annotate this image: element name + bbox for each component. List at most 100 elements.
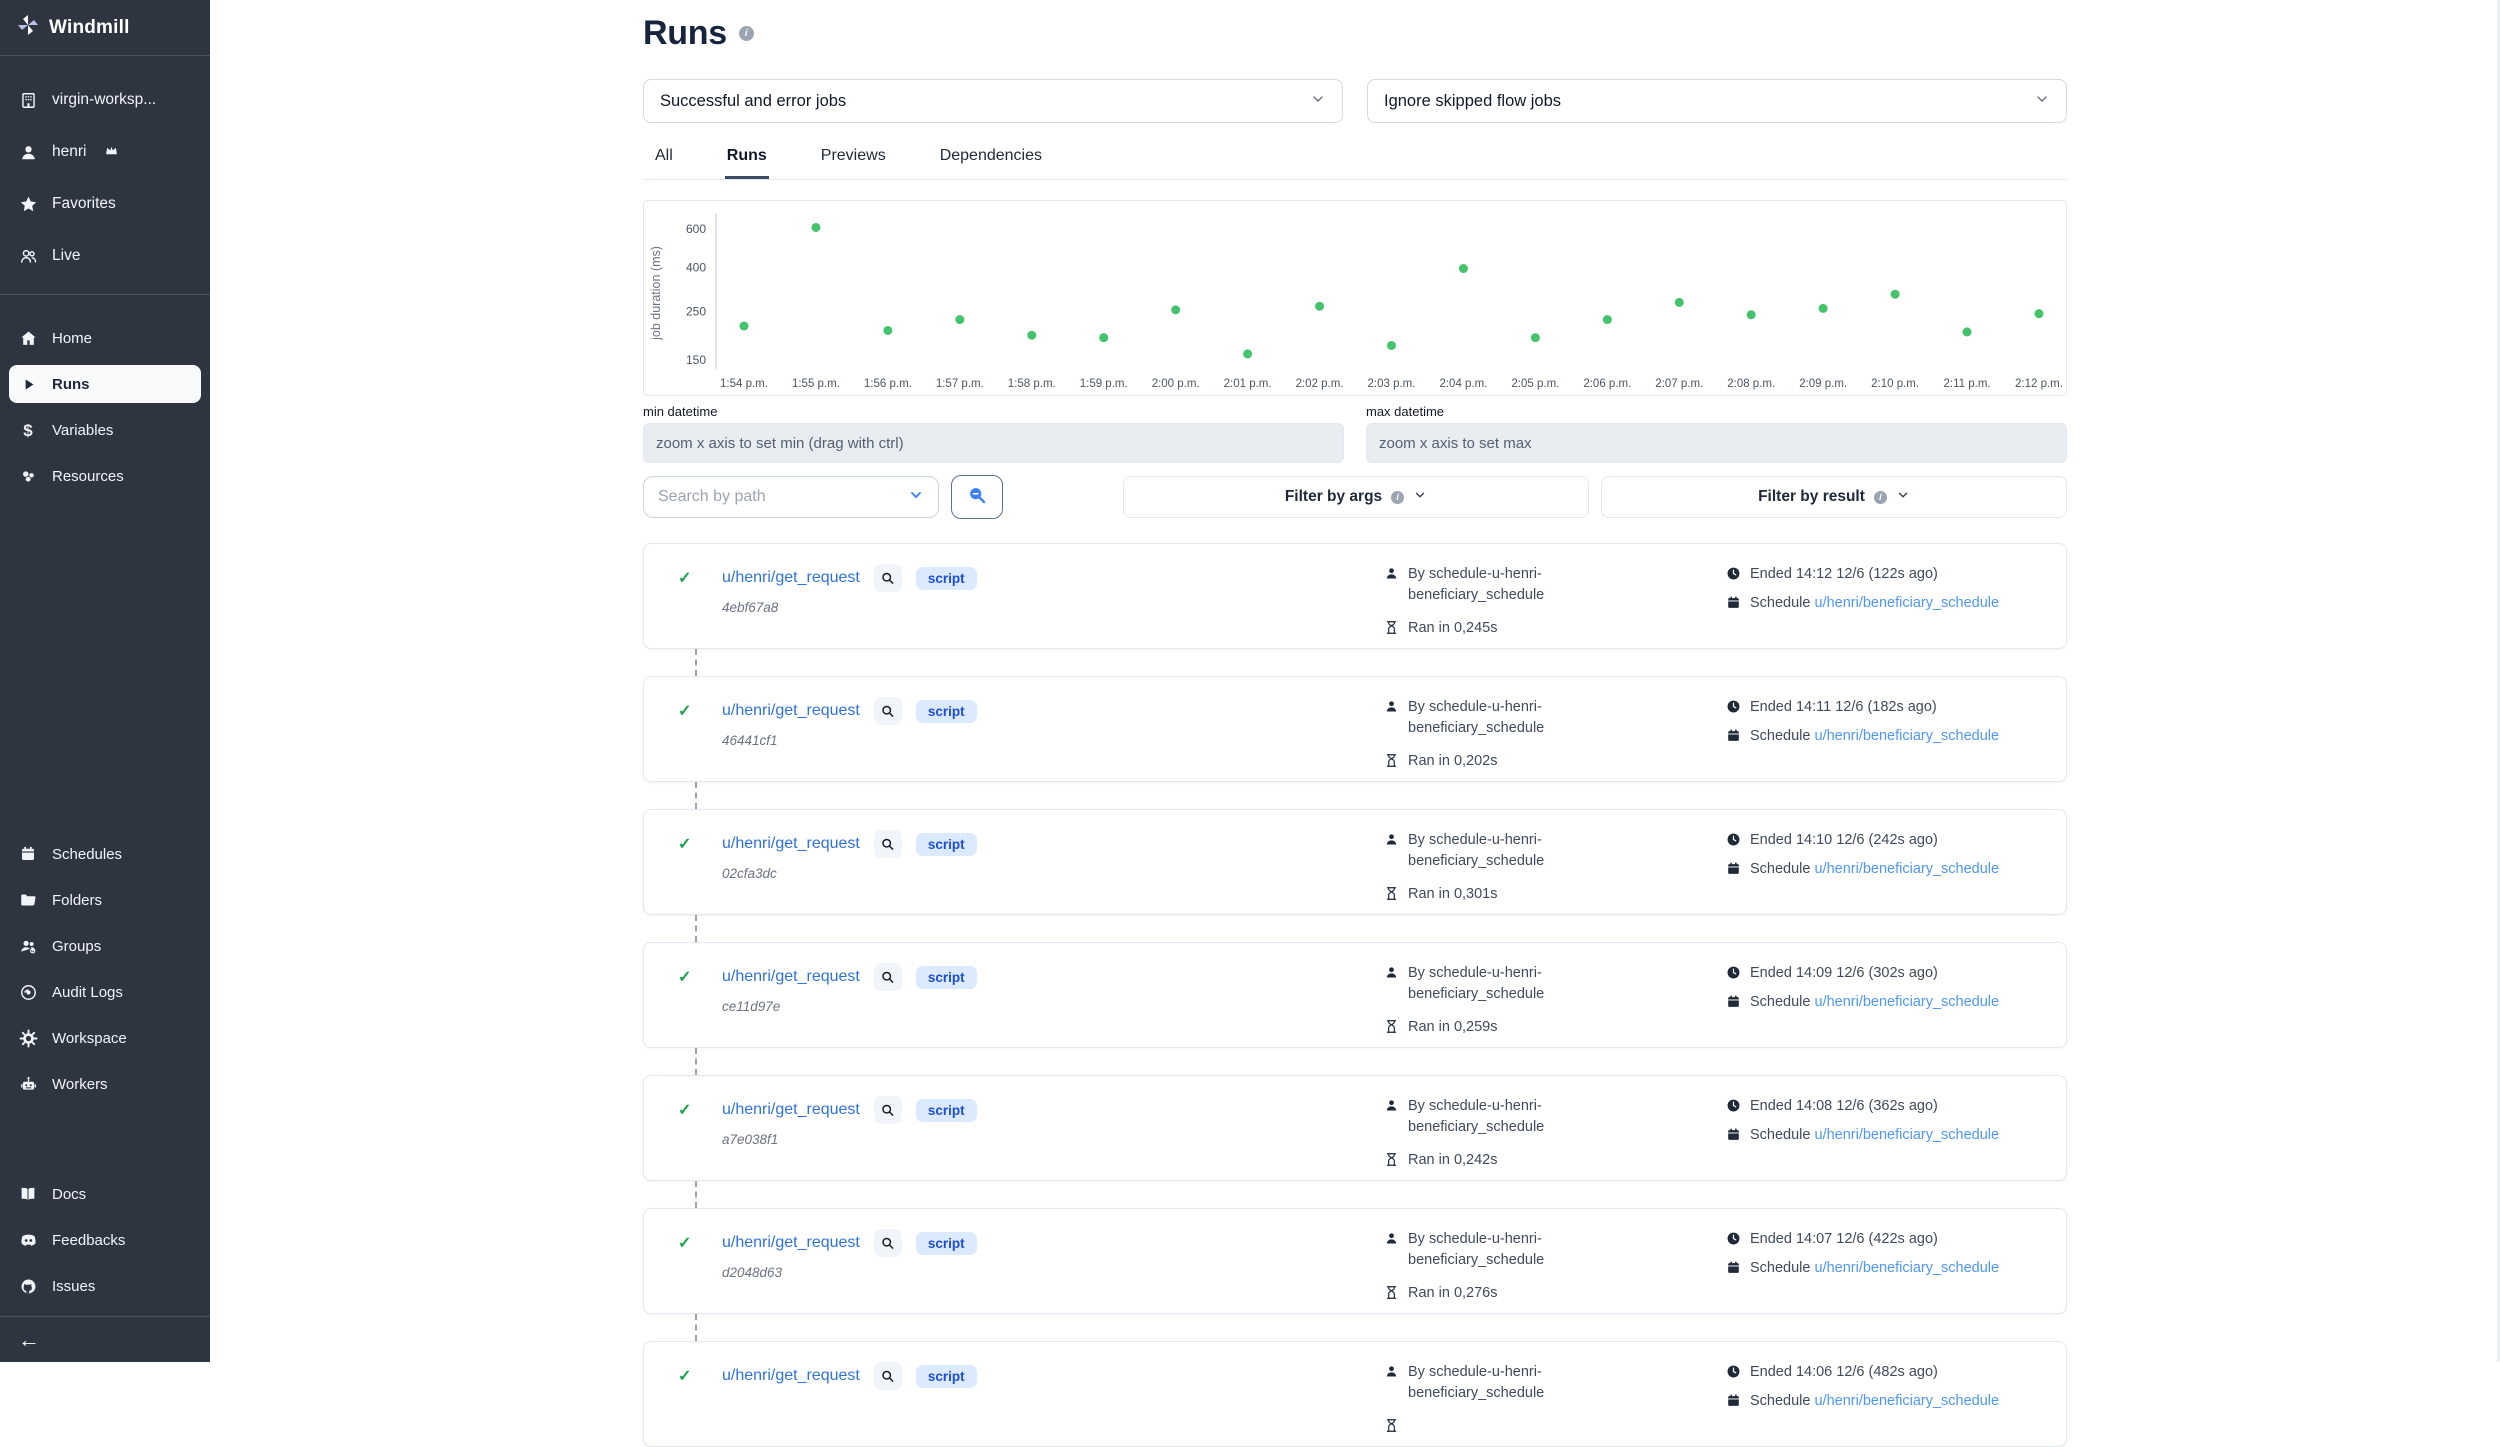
sidebar-item-home[interactable]: Home [9,319,201,357]
inspect-run-button[interactable] [874,564,902,592]
sidebar-item-variables[interactable]: $ Variables [9,411,201,449]
run-row[interactable]: ✓ u/henri/get_request script d2048d63 [643,1208,2067,1314]
triggered-by-text: By schedule-u-henri-beneficiary_schedule [1408,1362,1584,1404]
inspect-run-button[interactable] [874,697,902,725]
filter-by-args-button[interactable]: Filter by args i [1123,476,1589,518]
run-id: a7e038f1 [722,1132,1384,1147]
calendar-icon [18,844,38,864]
min-datetime-input[interactable] [643,423,1344,463]
job-duration-chart[interactable]: job duration (ms)1502504006001:54 p.m.1:… [643,200,2067,396]
sidebar-item-schedules[interactable]: Schedules [9,835,201,873]
skipped-flow-filter-dropdown[interactable]: Ignore skipped flow jobs [1367,79,2067,123]
sidebar-item-favorites[interactable]: Favorites [9,186,201,222]
sidebar-item-issues[interactable]: Issues [9,1267,201,1305]
svg-text:job duration (ms): job duration (ms) [649,246,663,341]
search-button[interactable] [951,475,1003,519]
inspect-run-button[interactable] [874,830,902,858]
x-tick-label: 1:57 p.m. [936,378,984,390]
info-icon: i [1391,491,1404,504]
schedule-path-link[interactable]: u/henri/beneficiary_schedule [1815,861,2000,877]
eye-icon [18,982,38,1002]
sidebar-item-workspace-settings[interactable]: Workspace [9,1019,201,1057]
run-path-link[interactable]: u/henri/get_request [722,1101,860,1119]
job-duration-dot [1891,290,1900,299]
inspect-run-button[interactable] [874,1362,902,1390]
job-kind-badge: script [916,833,977,856]
home-label: Home [52,330,92,347]
hourglass-icon [1384,620,1400,636]
max-datetime-input[interactable] [1366,423,2067,463]
inspect-run-button[interactable] [874,963,902,991]
sidebar-item-workspace-switcher[interactable]: virgin-worksp... [9,82,201,118]
sidebar-item-feedbacks[interactable]: Feedbacks [9,1221,201,1259]
run-path-link[interactable]: u/henri/get_request [722,1234,860,1252]
run-ended-text: Ended 14:07 12/6 (422s ago) [1750,1229,1938,1250]
schedule-label: Schedule [1750,728,1815,744]
tab-previews[interactable]: Previews [819,141,888,179]
success-check-icon: ✓ [678,568,694,588]
person-icon [1384,832,1400,848]
runs-label: Runs [52,376,90,393]
run-id: 46441cf1 [722,733,1384,748]
tab-dependencies[interactable]: Dependencies [938,141,1044,179]
run-path-link[interactable]: u/henri/get_request [722,968,860,986]
tab-runs[interactable]: Runs [725,141,769,179]
sidebar-item-workers[interactable]: Workers [9,1065,201,1103]
job-status-filter-dropdown[interactable]: Successful and error jobs [643,79,1343,123]
calendar-icon [1726,728,1742,744]
tab-all[interactable]: All [653,141,675,179]
run-row[interactable]: ✓ u/henri/get_request script 46441cf1 [643,676,2067,782]
run-row[interactable]: ✓ u/henri/get_request script [643,1341,2067,1447]
run-row[interactable]: ✓ u/henri/get_request script 02cfa3dc [643,809,2067,915]
search-by-path-select[interactable]: Search by path [643,476,939,518]
sidebar-item-groups[interactable]: Groups [9,927,201,965]
job-kind-badge: script [916,1099,977,1122]
chevron-down-icon [1310,91,1326,112]
schedule-path-link[interactable]: u/henri/beneficiary_schedule [1815,1260,2000,1276]
schedule-path-link[interactable]: u/henri/beneficiary_schedule [1815,994,2000,1010]
x-tick-label: 2:01 p.m. [1224,378,1272,390]
content-column: Runs i Successful and error jobs Ignore … [643,0,2067,1362]
run-id: 02cfa3dc [722,866,1384,881]
inspect-run-button[interactable] [874,1229,902,1257]
triggered-by-text: By schedule-u-henri-beneficiary_schedule [1408,963,1584,1005]
schedule-path-link[interactable]: u/henri/beneficiary_schedule [1815,595,2000,611]
sidebar-item-resources[interactable]: Resources [9,457,201,495]
sidebar-item-live[interactable]: Live [9,238,201,274]
inspect-run-button[interactable] [874,1096,902,1124]
live-label: Live [52,247,80,265]
run-row[interactable]: ✓ u/henri/get_request script 4ebf67a8 [643,543,2067,649]
hourglass-icon [1384,753,1400,769]
clock-icon [1726,699,1742,715]
title-info-icon[interactable]: i [739,26,754,41]
x-tick-label: 2:00 p.m. [1152,378,1200,390]
docs-label: Docs [52,1186,86,1203]
sidebar-item-docs[interactable]: Docs [9,1175,201,1213]
job-duration-dot [1387,341,1396,350]
schedule-path-link[interactable]: u/henri/beneficiary_schedule [1815,728,2000,744]
schedule-path-link[interactable]: u/henri/beneficiary_schedule [1815,1393,2000,1409]
person-icon [1384,965,1400,981]
run-path-link[interactable]: u/henri/get_request [722,569,860,587]
page-title: Runs [643,14,727,53]
sidebar-item-user[interactable]: henri [9,134,201,170]
run-duration-text: Ran in 0,276s [1408,1283,1497,1304]
run-row[interactable]: ✓ u/henri/get_request script ce11d97e [643,942,2067,1048]
schedule-path-link[interactable]: u/henri/beneficiary_schedule [1815,1127,2000,1143]
collapse-sidebar-arrow-icon[interactable]: ← [18,1329,40,1351]
sidebar-item-audit-logs[interactable]: Audit Logs [9,973,201,1011]
sidebar-item-folders[interactable]: Folders [9,881,201,919]
filter-by-result-button[interactable]: Filter by result i [1601,476,2067,518]
windmill-logo[interactable]: Windmill [0,0,210,56]
job-duration-dot [1171,305,1180,314]
run-path-link[interactable]: u/henri/get_request [722,835,860,853]
hourglass-icon [1384,1418,1400,1434]
x-tick-label: 1:59 p.m. [1080,378,1128,390]
run-path-link[interactable]: u/henri/get_request [722,1367,860,1385]
search-by-path-placeholder: Search by path [658,488,766,506]
run-path-link[interactable]: u/henri/get_request [722,702,860,720]
run-row[interactable]: ✓ u/henri/get_request script a7e038f1 [643,1075,2067,1181]
sidebar-item-runs[interactable]: Runs [9,365,201,403]
calendar-icon [1726,1260,1742,1276]
workspace-settings-label: Workspace [52,1030,127,1047]
